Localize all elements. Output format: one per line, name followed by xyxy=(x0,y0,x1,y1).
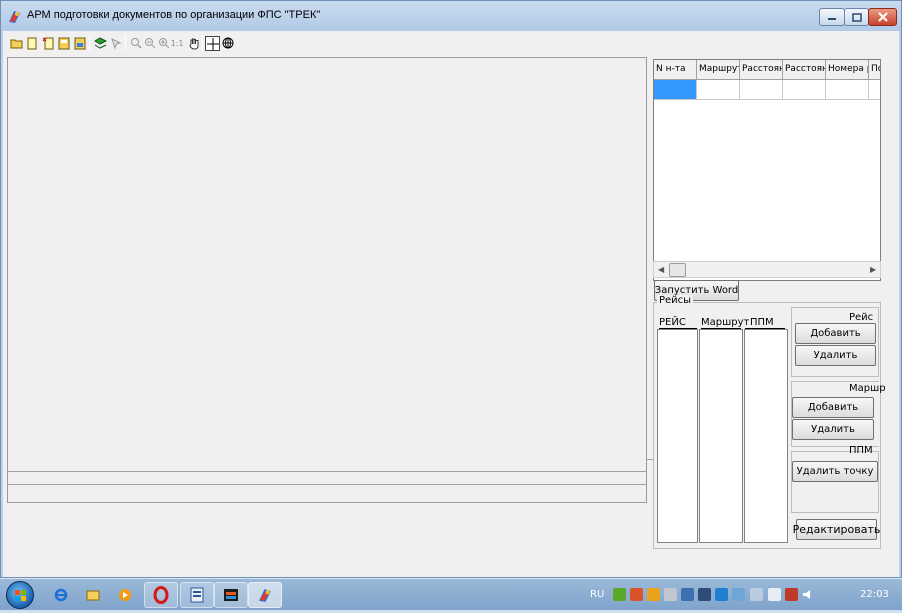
grid-column-header[interactable]: Расстоян xyxy=(740,60,783,80)
signal-strength-icon[interactable] xyxy=(768,588,781,601)
taskbar-word[interactable] xyxy=(180,582,214,608)
network-warning-icon[interactable] xyxy=(750,588,763,601)
layers-icon[interactable] xyxy=(93,36,107,50)
close-doc-icon[interactable] xyxy=(41,36,55,50)
new-doc-icon[interactable] xyxy=(25,36,39,50)
tray-app-icon[interactable] xyxy=(715,588,728,601)
windows-logo-icon xyxy=(15,590,26,601)
minimize-icon xyxy=(828,18,836,20)
table-row[interactable] xyxy=(654,80,880,100)
open-folder-icon[interactable] xyxy=(9,36,23,50)
taskbar-opera[interactable] xyxy=(144,582,178,608)
zoom-icon[interactable] xyxy=(129,36,143,50)
add-route-button[interactable]: Добавить xyxy=(792,397,874,418)
grid-column-header[interactable]: N н-та xyxy=(654,60,697,80)
delete-point-button[interactable]: Удалить точку xyxy=(792,461,878,482)
grid-cell[interactable] xyxy=(783,80,826,100)
grid-column-header[interactable]: Расстоян xyxy=(783,60,826,80)
tray-app-icon[interactable] xyxy=(681,588,694,601)
scroll-right-icon[interactable]: ▶ xyxy=(870,265,876,274)
map-canvas[interactable] xyxy=(7,57,647,503)
select-arrow-icon[interactable] xyxy=(109,36,123,50)
close-button[interactable] xyxy=(868,8,897,26)
scroll-left-icon[interactable]: ◀ xyxy=(658,265,664,274)
export-doc-icon[interactable] xyxy=(73,36,87,50)
client-area: 1:1 N н-та Маршрут Расстоян Расстоян Ном… xyxy=(3,31,899,577)
toolbar-separator xyxy=(202,35,203,51)
grid-cell[interactable] xyxy=(740,80,783,100)
delete-route-button[interactable]: Удалить xyxy=(792,419,874,440)
reis-list-header: РЕЙС xyxy=(659,317,686,328)
title-bar[interactable]: АРМ подготовки документов по организации… xyxy=(1,1,901,31)
ppm-list-header: ППМ xyxy=(750,317,774,328)
maximize-icon xyxy=(851,12,862,22)
edit-button[interactable]: Редактировать xyxy=(793,519,880,540)
tray-app-icon[interactable] xyxy=(630,588,643,601)
clock[interactable]: 22:03 xyxy=(860,589,889,600)
add-reis-button[interactable]: Добавить xyxy=(795,323,876,344)
toolbar-separator xyxy=(89,35,90,51)
grid-cell-selected[interactable] xyxy=(654,80,697,100)
media-player-icon[interactable] xyxy=(118,588,132,602)
toolbar-separator xyxy=(125,35,126,51)
grid-column-header[interactable]: По xyxy=(869,60,880,80)
tray-app-icon[interactable] xyxy=(732,588,745,601)
grid-header-row: N н-та Маршрут Расстоян Расстоян Номера … xyxy=(654,60,880,80)
grid-cell[interactable] xyxy=(826,80,869,100)
toolbar: 1:1 xyxy=(3,31,899,55)
pan-hand-icon[interactable] xyxy=(187,36,201,50)
start-button[interactable] xyxy=(6,581,34,609)
route-group-title: Маршр xyxy=(849,383,886,394)
grid-column-header[interactable]: Маршрут xyxy=(697,60,740,80)
file-explorer-icon[interactable] xyxy=(86,588,100,602)
reis-group-title: Рейс xyxy=(849,312,874,323)
opera-icon xyxy=(153,586,169,604)
zoom-actual-button[interactable]: 1:1 xyxy=(169,36,185,50)
grid-column-header[interactable]: Номера р xyxy=(826,60,869,80)
taskbar-app[interactable] xyxy=(214,582,248,608)
tray-app-icon[interactable] xyxy=(785,588,798,601)
reis-listbox[interactable] xyxy=(657,329,698,543)
taskbar: RU 22:03 xyxy=(0,578,902,610)
save-doc-icon[interactable] xyxy=(57,36,71,50)
grid-cell[interactable] xyxy=(697,80,740,100)
reisy-legend: Рейсы xyxy=(657,295,694,306)
close-icon xyxy=(877,12,888,22)
tray-app-icon[interactable] xyxy=(613,588,626,601)
divider-line xyxy=(7,471,647,472)
crosshair-icon[interactable] xyxy=(205,36,220,51)
ppm-listbox[interactable] xyxy=(744,329,788,543)
internet-explorer-icon[interactable] xyxy=(54,588,68,602)
taskbar-trek-active[interactable] xyxy=(248,582,282,608)
app-window-icon xyxy=(224,589,238,601)
app-logo-icon xyxy=(9,11,20,23)
tray-app-icon[interactable] xyxy=(664,588,677,601)
tray-app-icon[interactable] xyxy=(647,588,660,601)
globe-icon[interactable] xyxy=(221,36,235,50)
scroll-thumb[interactable] xyxy=(669,263,686,277)
maximize-button[interactable] xyxy=(844,8,869,26)
grid-cell[interactable] xyxy=(869,80,880,100)
zoom-out-icon[interactable] xyxy=(143,36,157,50)
divider-line xyxy=(7,484,647,485)
delete-reis-button[interactable]: Удалить xyxy=(795,345,876,366)
volume-icon[interactable] xyxy=(802,588,815,601)
route-list-header: Маршрут xyxy=(701,317,750,328)
window-title: АРМ подготовки документов по организации… xyxy=(27,9,321,21)
minimize-button[interactable] xyxy=(819,8,845,26)
app-logo-icon xyxy=(259,588,271,602)
main-window: АРМ подготовки документов по организации… xyxy=(0,0,902,578)
grid-horizontal-scrollbar[interactable]: ◀ ▶ xyxy=(653,261,881,278)
tray-app-icon[interactable] xyxy=(698,588,711,601)
ppm-group-title: ППМ xyxy=(849,445,873,456)
route-listbox[interactable] xyxy=(699,329,743,543)
word-document-icon xyxy=(190,587,204,603)
language-indicator[interactable]: RU xyxy=(590,589,604,600)
routes-grid[interactable]: N н-та Маршрут Расстоян Расстоян Номера … xyxy=(653,59,881,281)
